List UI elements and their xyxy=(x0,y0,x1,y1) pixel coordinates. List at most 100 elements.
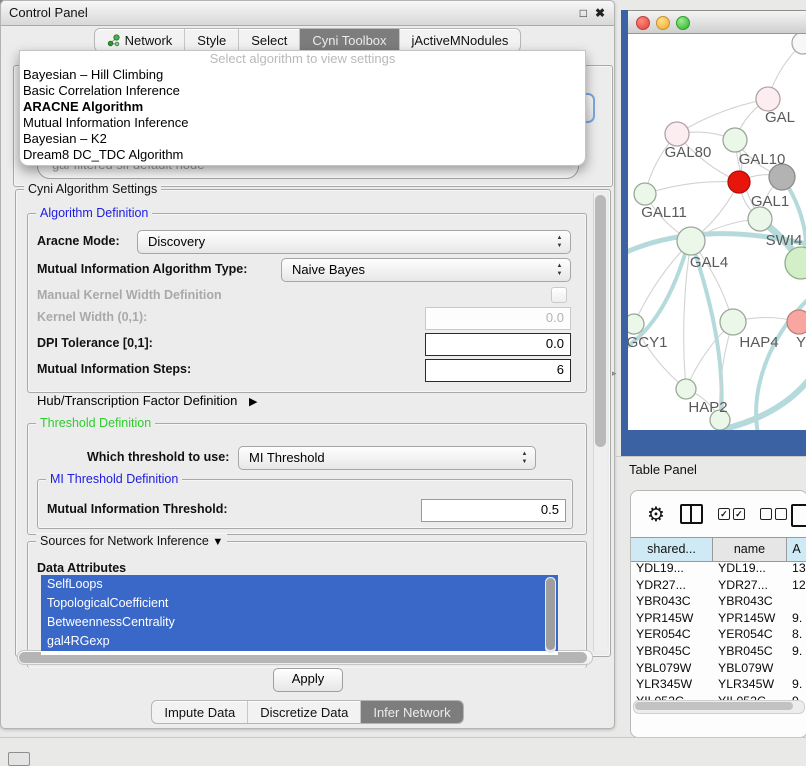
tab-jactivemnodules[interactable]: jActiveMNodules xyxy=(400,29,521,51)
network-node-biggreen[interactable] xyxy=(785,247,806,279)
which-threshold-combobox[interactable]: MI Threshold ▲▼ xyxy=(238,446,536,470)
table-cell xyxy=(787,660,806,677)
table-rows[interactable]: YDL19...YDL19...13YDR27...YDR27...12YBR0… xyxy=(631,560,806,700)
attribute-list-item[interactable]: SelfLoops xyxy=(41,575,558,594)
mi-type-combobox[interactable]: Naive Bayes ▲▼ xyxy=(281,258,571,282)
checked-pair-icon[interactable]: ✓✓ xyxy=(718,508,745,520)
network-node-swi4[interactable] xyxy=(748,207,772,231)
bottom-tab-impute-data[interactable]: Impute Data xyxy=(152,701,248,723)
mi-steps-field[interactable]: 6 xyxy=(425,359,571,382)
algorithm-option[interactable]: Bayesian – Hill Climbing xyxy=(20,67,585,83)
table-row[interactable]: YLR345WYLR345W9. xyxy=(631,676,806,693)
settings-vertical-scrollbar[interactable] xyxy=(593,193,607,651)
network-node-label: GAL80 xyxy=(665,144,712,161)
algorithm-option[interactable]: ARACNE Algorithm xyxy=(20,99,585,115)
network-canvas[interactable]: GALGAL80GAL10GAL1GAL11SWI4GAL4GCY1HAP4YH… xyxy=(628,34,806,430)
table-header[interactable]: shared...nameA xyxy=(631,537,806,562)
aracne-mode-combobox[interactable]: Discovery ▲▼ xyxy=(137,230,571,254)
manual-kernel-checkbox[interactable] xyxy=(551,287,567,303)
network-node-topnode[interactable] xyxy=(792,34,806,54)
network-node-gal80[interactable] xyxy=(665,122,689,146)
table-row[interactable]: YDR27...YDR27...12 xyxy=(631,577,806,594)
tab-cyni-toolbox[interactable]: Cyni Toolbox xyxy=(300,29,399,51)
bottom-tab-infer-network[interactable]: Infer Network xyxy=(361,701,462,723)
network-node-salmon1[interactable] xyxy=(787,310,806,334)
bottom-strip-divider xyxy=(0,737,806,738)
tab-style[interactable]: Style xyxy=(185,29,239,51)
apply-button[interactable]: Apply xyxy=(273,668,343,692)
attribute-list-item[interactable]: BetweennessCentrality xyxy=(41,613,558,632)
network-edge[interactable] xyxy=(677,99,768,134)
sources-group-title[interactable]: Sources for Network Inference ▼ xyxy=(36,534,227,550)
close-window-icon[interactable]: ✖ xyxy=(595,1,605,25)
network-edge[interactable] xyxy=(645,182,739,194)
network-node-gal4[interactable] xyxy=(677,227,705,255)
attribute-list-item[interactable]: TopologicalCoefficient xyxy=(41,594,558,613)
columns-icon[interactable] xyxy=(680,504,703,524)
stepper-arrows-icon: ▲▼ xyxy=(555,234,564,250)
network-edge-highlighted[interactable] xyxy=(720,370,806,430)
minimize-traffic-light-icon[interactable] xyxy=(656,16,670,30)
table-row[interactable]: YPR145WYPR145W9. xyxy=(631,610,806,627)
network-node-gal1[interactable] xyxy=(728,171,750,193)
network-node-gal11[interactable] xyxy=(634,183,656,205)
network-node-gal10[interactable] xyxy=(723,128,747,152)
dpi-tolerance-field[interactable]: 0.0 xyxy=(425,333,571,356)
table-cell: YER054C xyxy=(631,626,713,643)
kernel-width-field[interactable]: 0.0 xyxy=(425,307,571,330)
table-row[interactable]: YBR043CYBR043C xyxy=(631,593,806,610)
network-node-label: GCY1 xyxy=(628,334,667,351)
network-node-label: GAL4 xyxy=(690,254,728,271)
algorithm-option[interactable]: Basic Correlation Inference xyxy=(20,83,585,99)
attribute-list-item[interactable]: gal4RGexp xyxy=(41,632,558,651)
table-row[interactable]: YIL052CYIL052C9 xyxy=(631,693,806,700)
sources-title-text: Sources for Network Inference xyxy=(40,534,209,548)
unchecked-pair-icon[interactable] xyxy=(760,508,787,520)
zoom-traffic-light-icon[interactable] xyxy=(676,16,690,30)
gear-icon[interactable]: ⚙ xyxy=(647,502,665,527)
table-column-header[interactable]: name xyxy=(713,538,787,561)
data-attributes-list[interactable]: SelfLoopsTopologicalCoefficientBetweenne… xyxy=(41,575,558,655)
table-cell: 8. xyxy=(787,626,806,643)
table-hscroll-thumb[interactable] xyxy=(635,702,793,710)
close-traffic-light-icon[interactable] xyxy=(636,16,650,30)
panel-splitter-handle[interactable]: ▸ xyxy=(612,368,617,379)
table-column-header[interactable]: shared... xyxy=(631,538,713,561)
tab-select[interactable]: Select xyxy=(239,29,300,51)
algorithm-option[interactable]: Mutual Information Inference xyxy=(20,115,585,131)
table-row[interactable]: YBL079WYBL079W xyxy=(631,660,806,677)
network-node-galx[interactable] xyxy=(756,87,780,111)
document-icon[interactable] xyxy=(791,504,806,527)
network-graph: GALGAL80GAL10GAL1GAL11SWI4GAL4GCY1HAP4YH… xyxy=(628,34,806,430)
table-toolbar: ⚙ ✓✓ xyxy=(631,491,806,537)
table-cell: YBL079W xyxy=(713,660,787,677)
table-cell: YDR27... xyxy=(713,577,787,594)
algorithm-option[interactable]: Bayesian – K2 xyxy=(20,131,585,147)
table-horizontal-scrollbar[interactable] xyxy=(633,700,805,714)
float-window-icon[interactable]: □ xyxy=(580,1,587,25)
algorithm-popup-placeholder: Select algorithm to view settings xyxy=(20,51,585,67)
bottom-tab-discretize-data[interactable]: Discretize Data xyxy=(248,701,361,723)
table-panel-title: Table Panel xyxy=(629,462,697,477)
hub-definition-toggle[interactable]: Hub/Transcription Factor Definition ▶ xyxy=(37,393,257,408)
settings-vscroll-thumb[interactable] xyxy=(595,195,606,447)
tab-network[interactable]: Network xyxy=(95,29,186,51)
table-row[interactable]: YDL19...YDL19...13 xyxy=(631,560,806,577)
network-view-window: GALGAL80GAL10GAL1GAL11SWI4GAL4GCY1HAP4YH… xyxy=(621,10,806,456)
dpi-tolerance-value: 0.0 xyxy=(426,334,564,354)
table-column-header[interactable]: A xyxy=(787,538,806,561)
mi-threshold-field[interactable]: 0.5 xyxy=(421,499,566,522)
network-node-label: GAL10 xyxy=(739,151,786,168)
network-edge[interactable] xyxy=(634,241,691,324)
table-cell: YBR045C xyxy=(631,643,713,660)
network-node-hap2[interactable] xyxy=(676,379,696,399)
attributes-scroll-thumb[interactable] xyxy=(546,578,555,650)
table-cell xyxy=(787,593,806,610)
algorithm-option[interactable]: Dream8 DC_TDC Algorithm xyxy=(20,147,585,163)
minimized-panel-icon[interactable] xyxy=(8,752,30,766)
network-node-hap4[interactable] xyxy=(720,309,746,335)
table-row[interactable]: YER054CYER054C8. xyxy=(631,626,806,643)
attributes-list-scrollbar[interactable] xyxy=(545,577,556,653)
table-row[interactable]: YBR045CYBR045C9. xyxy=(631,643,806,660)
network-node-gcy1[interactable] xyxy=(628,314,644,334)
